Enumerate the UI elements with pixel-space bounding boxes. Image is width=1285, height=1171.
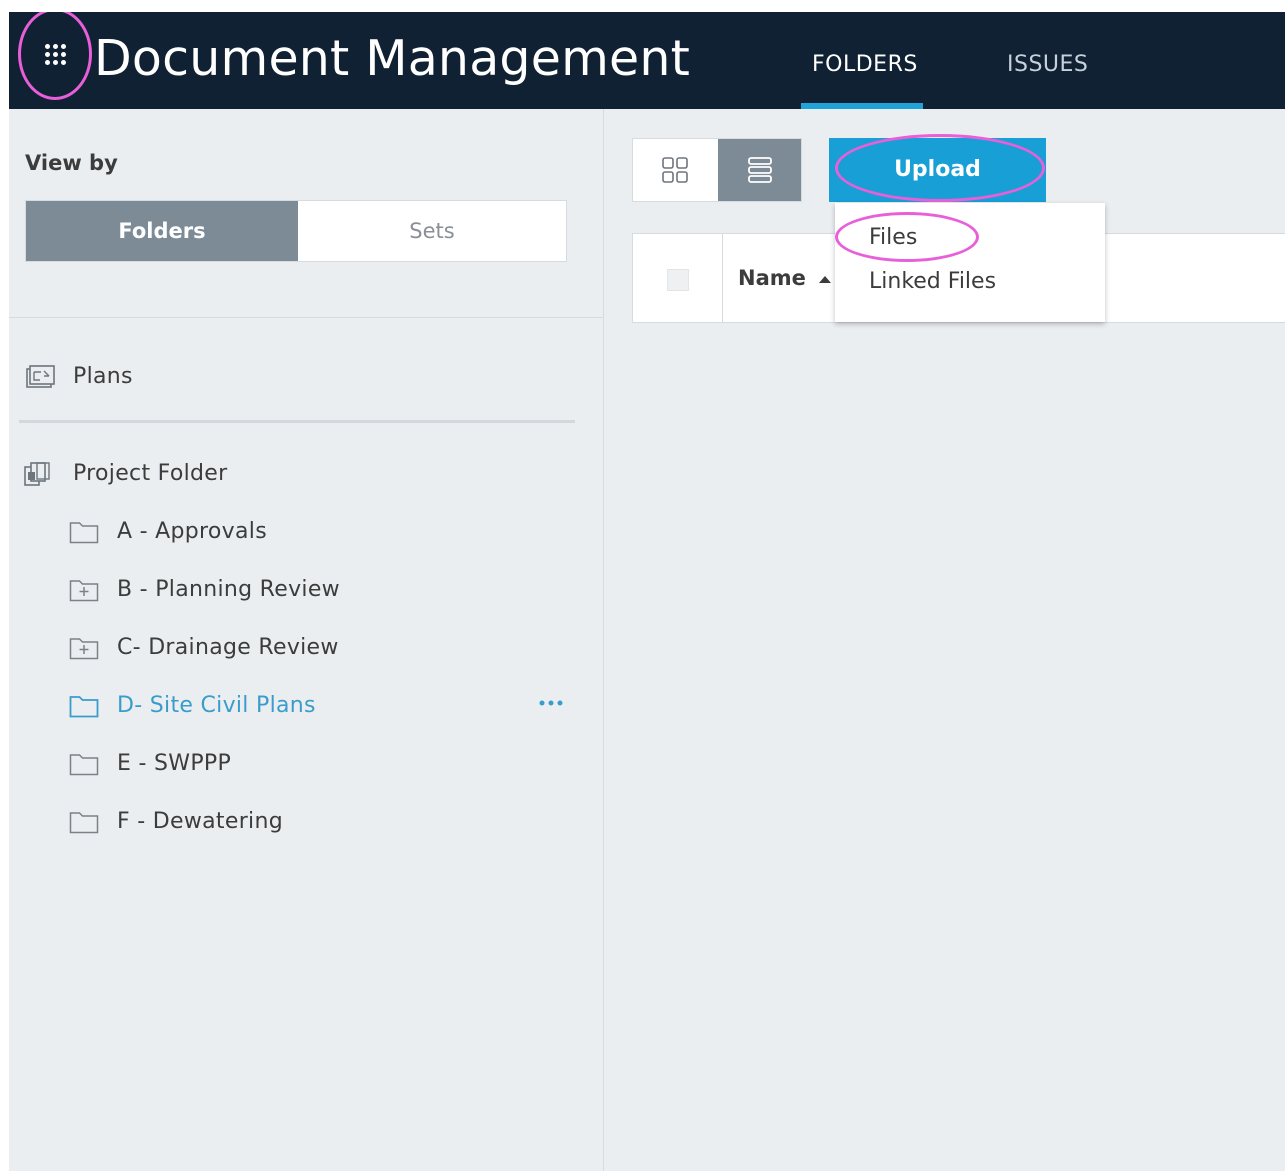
grid-view-icon xyxy=(662,157,688,183)
view-by-folders-button[interactable]: Folders xyxy=(26,201,298,261)
sidebar-item-label: A - Approvals xyxy=(117,519,267,544)
app-title: Document Management xyxy=(94,30,691,87)
sidebar-item-label: C- Drainage Review xyxy=(117,635,339,660)
grid-view-button[interactable] xyxy=(633,139,717,201)
view-by-toggle: Folders Sets xyxy=(25,200,567,262)
sidebar-item-label: B - Planning Review xyxy=(117,577,340,602)
view-by-label: View by xyxy=(25,151,118,175)
column-header-name[interactable]: Name xyxy=(738,266,806,290)
more-options-icon[interactable] xyxy=(537,693,567,713)
app-window: Document Management FOLDERS ISSUES View … xyxy=(9,12,1285,1171)
divider xyxy=(19,420,575,423)
upload-menu-item-linked-files[interactable]: Linked Files xyxy=(869,269,996,294)
select-all-checkbox[interactable] xyxy=(667,269,689,291)
top-navigation-bar: Document Management FOLDERS ISSUES xyxy=(9,12,1285,109)
sidebar-item-label: E - SWPPP xyxy=(117,751,232,776)
sidebar-item-d-site-civil-plans[interactable]: D- Site Civil Plans xyxy=(69,687,529,727)
list-view-icon xyxy=(748,157,772,183)
active-tab-indicator xyxy=(801,103,923,109)
upload-menu-item-files[interactable]: Files xyxy=(869,225,917,250)
sidebar-item-project-folder[interactable]: Project Folder xyxy=(24,455,585,495)
plans-icon xyxy=(26,365,55,388)
sidebar-item-c-drainage-review[interactable]: C- Drainage Review xyxy=(69,629,549,669)
sidebar-item-label: D- Site Civil Plans xyxy=(117,693,316,718)
tab-folders[interactable]: FOLDERS xyxy=(812,52,918,77)
folder-icon xyxy=(69,696,99,718)
tab-issues[interactable]: ISSUES xyxy=(1007,52,1088,77)
folder-sidebar: View by Folders Sets Plans Project Folde… xyxy=(9,109,604,1171)
grid-dots-icon[interactable] xyxy=(41,40,75,74)
folder-plus-icon xyxy=(69,580,99,602)
view-by-sets-button[interactable]: Sets xyxy=(298,201,566,261)
sidebar-item-f-dewatering[interactable]: F - Dewatering xyxy=(69,803,549,843)
upload-button[interactable]: Upload xyxy=(829,138,1046,202)
sidebar-item-label: F - Dewatering xyxy=(117,809,283,834)
list-view-button[interactable] xyxy=(718,139,801,201)
upload-dropdown-menu: Files Linked Files xyxy=(835,203,1105,322)
sidebar-item-label: Plans xyxy=(73,364,133,389)
view-mode-toggle xyxy=(632,138,802,202)
sort-ascending-icon[interactable] xyxy=(819,276,831,283)
sidebar-item-e-swppp[interactable]: E - SWPPP xyxy=(69,745,549,785)
column-separator xyxy=(722,234,723,322)
sidebar-item-label: Project Folder xyxy=(73,461,228,486)
sidebar-item-plans[interactable]: Plans xyxy=(25,358,585,398)
project-folder-icon xyxy=(24,462,50,486)
sidebar-item-a-approvals[interactable]: A - Approvals xyxy=(69,513,549,553)
folder-icon xyxy=(69,812,99,834)
sidebar-item-b-planning-review[interactable]: B - Planning Review xyxy=(69,571,549,611)
folder-plus-icon xyxy=(69,638,99,660)
divider xyxy=(9,317,603,318)
folder-icon xyxy=(69,754,99,776)
folder-icon xyxy=(69,522,99,544)
